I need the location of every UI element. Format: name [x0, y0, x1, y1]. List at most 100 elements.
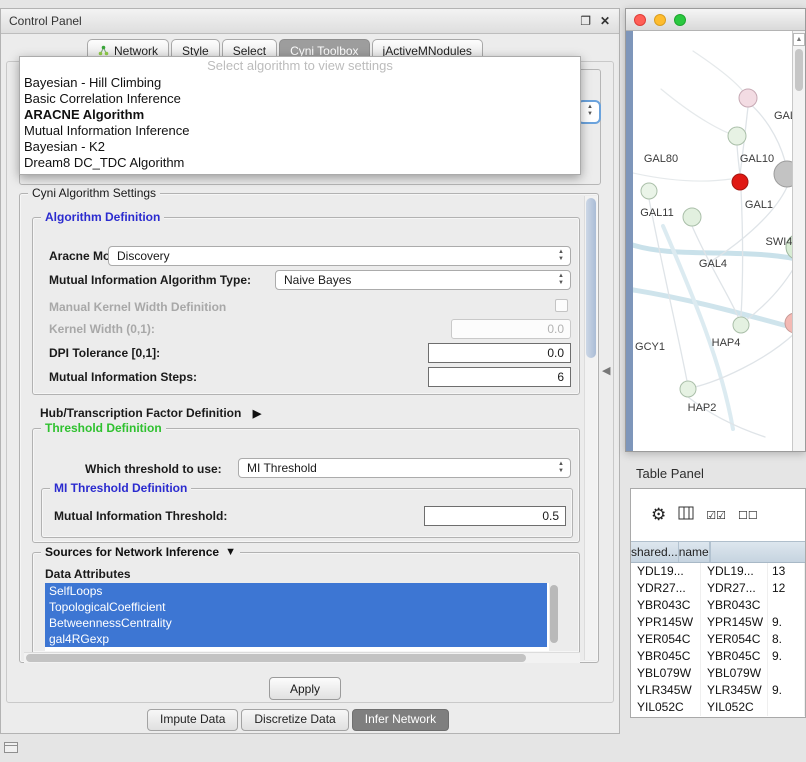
mi-steps-input[interactable]: 6 — [428, 367, 571, 387]
cell-shared-name: YER054C — [631, 631, 701, 648]
cell-shared-name: YPR145W — [631, 614, 701, 631]
table-row[interactable]: YLR345W YLR345W 9. — [631, 682, 805, 699]
minimize-traffic-light-icon[interactable] — [654, 14, 666, 26]
cell-shared-name: YDR27... — [631, 580, 701, 597]
cell-shared-name: YBR043C — [631, 597, 701, 614]
dpi-tolerance-input[interactable]: 0.0 — [428, 343, 571, 363]
network-edge[interactable] — [649, 199, 687, 381]
table-row[interactable]: YDL19... YDL19... 13 — [631, 563, 805, 580]
algorithm-definition-group: Algorithm Definition Aracne Mode: Discov… — [32, 217, 580, 395]
splitter-collapse-icon[interactable]: ◀ — [602, 364, 610, 377]
data-attribute-item[interactable]: TopologicalCoefficient — [45, 599, 547, 615]
dropdown-item[interactable]: Basic Correlation Inference — [20, 91, 580, 107]
control-panel-titlebar[interactable]: Control Panel ❐ ✕ — [1, 9, 619, 34]
network-scrollbar-thumb[interactable] — [795, 49, 803, 91]
table-column-header[interactable]: name — [679, 542, 710, 562]
mi-threshold-input[interactable]: 0.5 — [424, 506, 566, 526]
cell-name: YBR043C — [701, 597, 768, 614]
minimized-panel-icon[interactable] — [4, 742, 18, 753]
network-node[interactable] — [683, 208, 701, 226]
close-window-icon[interactable]: ✕ — [600, 13, 610, 29]
combo-stepper-icon: ▲▼ — [555, 249, 567, 263]
which-threshold-select[interactable]: MI Threshold ▲▼ — [238, 458, 571, 478]
network-node[interactable] — [732, 174, 748, 190]
combo-stepper-icon: ▲▼ — [584, 104, 596, 118]
network-node-label: GAL1 — [745, 199, 773, 211]
cell-name: YPR145W — [701, 614, 768, 631]
network-node[interactable] — [739, 89, 757, 107]
table-row[interactable]: YBR045C YBR045C 9. — [631, 648, 805, 665]
network-window-titlebar[interactable] — [626, 9, 805, 31]
data-attribute-item[interactable]: gal4RGexp — [45, 631, 547, 647]
dropdown-placeholder: Select algorithm to view settings — [20, 57, 580, 75]
mi-steps-label: Mutual Information Steps: — [49, 370, 197, 384]
cell-name: YBR045C — [701, 648, 768, 665]
threshold-definition-title: Threshold Definition — [41, 421, 166, 436]
bottom-tab[interactable]: Discretize Data — [241, 709, 348, 731]
scroll-up-icon[interactable]: ▲ — [793, 33, 805, 46]
cell-shared-name: YBL079W — [631, 665, 701, 682]
list-scrollbar-thumb[interactable] — [550, 585, 558, 643]
dropdown-item[interactable]: Bayesian - Hill Climbing — [20, 75, 580, 91]
network-node-label: GAL10 — [740, 153, 774, 165]
close-traffic-light-icon[interactable] — [634, 14, 646, 26]
float-window-icon[interactable]: ❐ — [580, 13, 591, 29]
cell-value: 9. — [768, 682, 805, 699]
algorithm-dropdown-popup: Select algorithm to view settings Bayesi… — [19, 56, 581, 175]
settings-hscrollbar-thumb[interactable] — [26, 654, 526, 662]
which-threshold-value: MI Threshold — [247, 461, 317, 475]
table-row[interactable]: YPR145W YPR145W 9. — [631, 614, 805, 631]
network-node[interactable] — [728, 127, 746, 145]
network-edge[interactable] — [745, 259, 799, 321]
sources-group-title[interactable]: Sources for Network Inference ▼ — [41, 545, 240, 560]
table-row[interactable]: YER054C YER054C 8. — [631, 631, 805, 648]
kernel-width-label: Kernel Width (0,1): — [49, 322, 155, 336]
zoom-traffic-light-icon[interactable] — [674, 14, 686, 26]
threshold-definition-group: Threshold Definition Which threshold to … — [32, 428, 580, 543]
hub-section-toggle[interactable]: Hub/Transcription Factor Definition ▶ — [40, 406, 261, 420]
network-edge[interactable] — [633, 289, 805, 333]
cell-shared-name: YDL19... — [631, 563, 701, 580]
list-scrollbar[interactable] — [549, 583, 559, 651]
table-row[interactable]: YBL079W YBL079W — [631, 665, 805, 682]
dropdown-item[interactable]: Mutual Information Inference — [20, 123, 580, 139]
data-attribute-item[interactable]: SelfLoops — [45, 583, 547, 599]
settings-gear-icon[interactable]: ⚙ — [651, 505, 666, 525]
settings-scrollbar-thumb[interactable] — [586, 198, 596, 358]
network-node[interactable] — [641, 183, 657, 199]
settings-horizontal-scrollbar[interactable] — [24, 652, 580, 663]
table-row[interactable]: YDR27... YDR27... 12 — [631, 580, 805, 597]
table-column-header[interactable]: shared... — [631, 542, 679, 562]
deselect-all-icon[interactable]: ☐☐ — [738, 509, 758, 522]
cell-value: 9. — [768, 614, 805, 631]
select-all-icon[interactable]: ☑☑ — [706, 509, 726, 522]
mi-type-select[interactable]: Naive Bayes ▲▼ — [275, 270, 571, 290]
bottom-tab[interactable]: Impute Data — [147, 709, 238, 731]
network-node[interactable] — [733, 317, 749, 333]
column-selector-icon[interactable] — [678, 506, 694, 525]
network-vertical-scrollbar[interactable]: ▲ — [792, 31, 805, 451]
cell-value: 12 — [768, 580, 805, 597]
dropdown-item[interactable]: Dream8 DC_TDC Algorithm — [20, 155, 580, 171]
network-edge[interactable] — [633, 173, 731, 181]
network-node[interactable] — [680, 381, 696, 397]
data-attributes-list[interactable]: SelfLoops TopologicalCoefficient Between… — [45, 583, 559, 651]
settings-group-title: Cyni Algorithm Settings — [28, 186, 160, 201]
settings-vertical-scrollbar[interactable] — [584, 196, 597, 660]
dropdown-item[interactable]: Bayesian - K2 — [20, 139, 580, 155]
bottom-tab[interactable]: Infer Network — [352, 709, 449, 731]
data-attribute-item[interactable]: BetweennessCentrality — [45, 615, 547, 631]
table-column-header[interactable] — [710, 542, 711, 562]
table-row[interactable]: YIL052C YIL052C — [631, 699, 805, 716]
network-graph[interactable]: GALGAL80GAL10GAL11GAL1SWI4GAL4GCY1HAP4HA… — [633, 31, 805, 451]
cell-name: YER054C — [701, 631, 768, 648]
aracne-mode-select[interactable]: Discovery ▲▼ — [108, 246, 571, 266]
network-edge[interactable] — [693, 51, 747, 97]
kernel-width-input[interactable]: 0.0 — [451, 319, 571, 339]
apply-button[interactable]: Apply — [269, 677, 341, 700]
table-row[interactable]: YBR043C YBR043C — [631, 597, 805, 614]
manual-kernel-checkbox[interactable] — [555, 299, 568, 312]
network-edge[interactable] — [661, 89, 737, 136]
dropdown-item[interactable]: ARACNE Algorithm — [20, 107, 580, 123]
network-edge[interactable] — [663, 226, 733, 429]
